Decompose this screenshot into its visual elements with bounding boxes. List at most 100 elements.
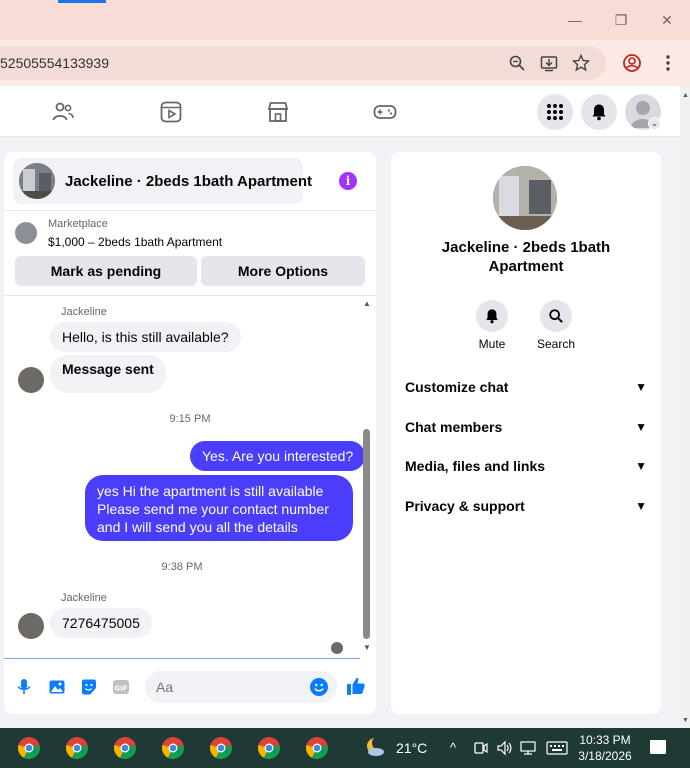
facebook-top-nav: ⌄ (0, 86, 680, 137)
incoming-message[interactable]: Message sent (50, 355, 166, 393)
account-chevron-icon[interactable]: ⌄ (648, 117, 661, 130)
profile-icon[interactable] (622, 52, 642, 74)
marketplace-label: Marketplace (48, 218, 108, 230)
gif-icon[interactable]: GIF (112, 678, 130, 696)
chat-panel: Jackeline · 2beds 1bath Apartment i Mark… (4, 152, 376, 714)
bookmark-star-icon[interactable] (572, 54, 590, 72)
microphone-icon[interactable] (15, 678, 33, 696)
privacy-support-row[interactable]: Privacy & support ▼ (405, 494, 647, 518)
marketplace-thumbnail (15, 222, 37, 244)
message-list[interactable]: Jackeline Hello, is this still available… (4, 297, 376, 657)
message-line: Please send me your contact number (97, 501, 329, 517)
minimize-button[interactable]: — (564, 10, 586, 30)
contact-avatar (18, 613, 44, 639)
temperature-text[interactable]: 21°C (396, 740, 427, 756)
search-conversation-button[interactable] (540, 300, 572, 332)
section-label: Privacy & support (405, 498, 525, 514)
chevron-down-icon: ▼ (635, 459, 647, 473)
marketplace-icon[interactable] (266, 100, 290, 124)
sender-name: Jackeline (61, 306, 107, 318)
browser-toolbar: 52505554133939 (0, 40, 690, 86)
sticker-icon[interactable] (80, 678, 98, 696)
scroll-down-arrow-icon[interactable]: ▼ (682, 717, 689, 724)
chat-title: Jackeline · 2beds 1bath Apartment (65, 173, 313, 190)
chrome-taskbar-icon[interactable] (209, 736, 233, 760)
notifications-button[interactable] (581, 94, 617, 130)
media-files-links-row[interactable]: Media, files and links ▼ (405, 454, 647, 478)
active-tab-indicator[interactable] (58, 0, 106, 3)
thumbs-up-icon[interactable] (346, 676, 366, 696)
chrome-taskbar-icon[interactable] (113, 736, 137, 760)
gaming-icon[interactable] (373, 100, 397, 124)
marketplace-item-title[interactable]: $1,000 – 2beds 1bath Apartment (48, 235, 222, 249)
chrome-taskbar-icon[interactable] (257, 736, 281, 760)
header-divider (4, 210, 376, 211)
actions-divider (4, 295, 376, 296)
incoming-message[interactable]: Hello, is this still available? (50, 322, 241, 352)
chevron-down-icon: ▼ (635, 420, 647, 434)
apartment-photo-icon (19, 163, 55, 199)
apartment-photo-icon (493, 166, 557, 230)
page-scrollbar[interactable]: ▲ ▼ (680, 86, 690, 726)
chat-scrollbar[interactable]: ▲ ▼ (362, 299, 372, 653)
chrome-taskbar-icon[interactable] (17, 736, 41, 760)
network-icon[interactable] (520, 740, 536, 756)
outgoing-message[interactable]: Yes. Are you interested? (190, 441, 366, 471)
weather-moon-icon[interactable] (364, 736, 386, 758)
timestamp-separator: 9:15 PM (169, 413, 211, 425)
conversation-info-icon[interactable]: i (339, 172, 357, 190)
customize-chat-row[interactable]: Customize chat ▼ (405, 375, 647, 399)
clock-time: 10:33 PM (579, 733, 631, 747)
restore-button[interactable]: ❐ (610, 10, 632, 30)
chrome-taskbar-icon[interactable] (65, 736, 89, 760)
mute-button[interactable] (476, 300, 508, 332)
menu-button[interactable] (537, 94, 573, 130)
mute-label: Mute (478, 337, 506, 351)
zoom-icon[interactable] (508, 54, 526, 72)
message-input[interactable] (145, 671, 337, 703)
chat-members-row[interactable]: Chat members ▼ (405, 415, 647, 439)
listing-thumbnail (19, 163, 55, 199)
incoming-message[interactable]: 7276475005 (50, 608, 152, 638)
svg-text:GIF: GIF (114, 685, 127, 693)
clock-date: 3/18/2026 (578, 749, 632, 763)
chat-header[interactable]: Jackeline · 2beds 1bath Apartment (13, 158, 312, 204)
close-window-button[interactable]: ✕ (656, 10, 678, 30)
friends-icon[interactable] (51, 100, 75, 124)
bell-icon (592, 104, 606, 121)
composer-divider (4, 658, 360, 659)
taskbar-clock[interactable]: 10:33 PM 3/18/2026 (578, 732, 632, 764)
bell-icon (486, 309, 498, 324)
sender-name: Jackeline (61, 592, 107, 604)
browser-titlebar: — ❐ ✕ (0, 0, 690, 40)
emoji-icon[interactable] (310, 678, 328, 696)
conversation-info-panel: Jackeline · 2beds 1bath Apartment Mute S… (391, 152, 661, 714)
scroll-down-arrow-icon[interactable]: ▼ (363, 643, 371, 652)
scroll-up-arrow-icon[interactable]: ▲ (682, 92, 689, 99)
scrollbar-thumb[interactable] (363, 429, 370, 639)
section-label: Media, files and links (405, 458, 546, 474)
speaker-icon[interactable] (496, 740, 512, 756)
chevron-down-icon: ▼ (635, 499, 647, 513)
show-hidden-icons-chevron-icon[interactable]: ^ (450, 740, 456, 755)
photo-gallery-icon[interactable] (48, 678, 66, 696)
kebab-menu-icon[interactable] (658, 52, 678, 74)
search-icon (549, 309, 563, 323)
chrome-taskbar-icon[interactable] (305, 736, 329, 760)
address-bar[interactable]: 52505554133939 (0, 46, 606, 80)
url-text[interactable]: 52505554133939 (0, 55, 109, 71)
scroll-up-arrow-icon[interactable]: ▲ (363, 299, 371, 308)
meet-now-icon[interactable] (474, 740, 488, 756)
notification-center-icon[interactable] (650, 740, 666, 754)
more-options-button[interactable]: More Options (201, 256, 365, 286)
install-app-icon[interactable] (540, 54, 558, 72)
windows-taskbar: 21°C ^ 10:33 PM 3/18/2026 (0, 728, 690, 768)
outgoing-message-multiline[interactable]: yes Hi the apartment is still available … (85, 475, 353, 541)
keyboard-icon[interactable] (546, 741, 568, 755)
smile-face-icon (314, 683, 324, 692)
watch-icon[interactable] (159, 100, 183, 124)
chrome-taskbar-icon[interactable] (161, 736, 185, 760)
read-receipt-avatar (331, 642, 343, 654)
info-panel-title: Jackeline · 2beds 1bath Apartment (441, 239, 611, 275)
mark-as-pending-button[interactable]: Mark as pending (15, 256, 197, 286)
